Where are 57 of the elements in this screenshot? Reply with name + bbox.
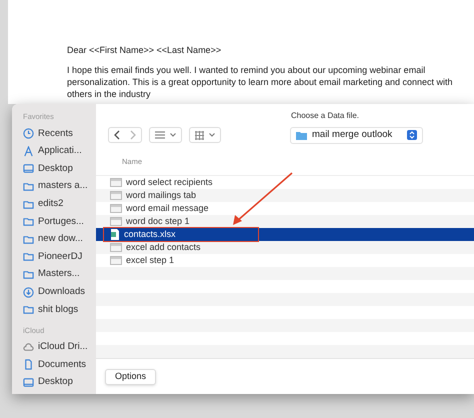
image-file-icon [110, 191, 122, 200]
stepper-icon [407, 130, 417, 140]
sidebar-item[interactable]: Applicati... [23, 142, 96, 160]
sidebar-item[interactable]: shit blogs [23, 300, 96, 319]
back-icon[interactable] [113, 130, 121, 140]
letter-paragraph: I hope this email finds you well. I wanted to remind you about our upcoming webinar email personalization. This is a great opportunity to learn more about email marketing and connect with others in the industry [67, 64, 454, 100]
sidebar-item[interactable]: Portuges... [23, 212, 96, 231]
grid-icon [195, 130, 204, 140]
image-file-icon [110, 204, 122, 214]
file-row[interactable]: word doc step 1 [96, 215, 474, 228]
grid-view-button[interactable] [189, 127, 221, 144]
image-file-icon [110, 256, 122, 266]
folder-icon [23, 269, 34, 280]
folder-icon [23, 198, 34, 210]
folder-icon [23, 304, 34, 316]
sidebar-item[interactable]: Desktop [23, 374, 96, 392]
folder-icon [23, 216, 34, 228]
file-row[interactable]: excel add contacts [96, 241, 474, 254]
file-row[interactable]: word select recipients [96, 176, 474, 190]
sidebar-item[interactable]: Desktop [23, 160, 96, 178]
sidebar-item[interactable]: iCloud Dri... [23, 338, 96, 356]
file-row[interactable]: word email message [96, 202, 474, 216]
sidebar-item[interactable]: Recents [23, 125, 96, 143]
desktop-icon [23, 377, 34, 388]
sidebar-item[interactable]: Downloads [23, 283, 96, 301]
folder-icon [23, 234, 34, 245]
sidebar-item[interactable]: new dow... [23, 230, 96, 248]
cloud-icon [23, 342, 34, 353]
image-file-icon [110, 178, 122, 188]
image-file-icon [110, 243, 122, 252]
back-forward-control[interactable] [108, 127, 142, 144]
file-row[interactable]: contacts.xlsx [96, 228, 474, 242]
options-button[interactable]: Options [105, 368, 156, 385]
chevron-down-icon [209, 133, 215, 138]
download-icon [23, 286, 34, 298]
sidebar-item[interactable]: Masters... [23, 266, 96, 284]
folder-icon [23, 251, 34, 262]
location-popup[interactable]: mail merge outlook [290, 126, 423, 144]
sidebar-item[interactable]: masters a... [23, 178, 96, 196]
dialog-title: Choose a Data file. [290, 110, 360, 122]
clock-icon [23, 128, 34, 140]
arrow-annotation [232, 171, 294, 227]
list-icon [155, 131, 165, 140]
list-view-button[interactable] [149, 127, 182, 144]
folder-icon [296, 130, 307, 140]
sidebar-item[interactable]: edits2 [23, 195, 96, 213]
chevron-down-icon [170, 133, 176, 138]
greeting-line: Dear <<First Name>> <<Last Name>> [67, 44, 222, 56]
document-icon [23, 359, 34, 370]
spreadsheet-file-icon [110, 229, 120, 240]
folder-icon [23, 181, 34, 192]
desktop-icon [23, 163, 34, 174]
image-file-icon [110, 217, 122, 226]
sidebar-item[interactable]: Documents [23, 356, 96, 374]
sidebar-item[interactable]: PioneerDJ [23, 248, 96, 266]
file-row[interactable]: excel step 1 [96, 254, 474, 268]
file-row[interactable]: word mailings tab [96, 189, 474, 202]
